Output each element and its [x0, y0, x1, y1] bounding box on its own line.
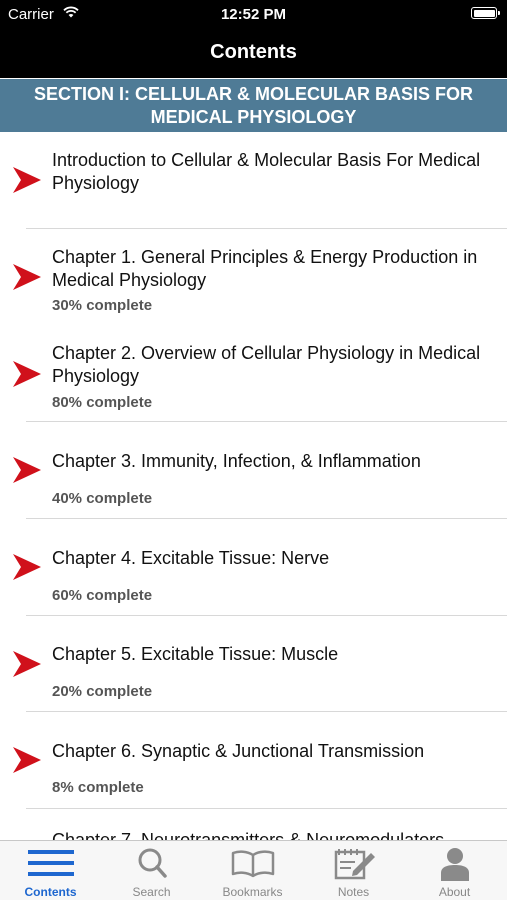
- page-title: Contents: [210, 41, 297, 63]
- list-item-chapter-3[interactable]: Chapter 3. Immunity, Infection, & Inflam…: [0, 422, 507, 519]
- list-item-chapter-2[interactable]: Chapter 2. Overview of Cellular Physiolo…: [0, 326, 507, 422]
- tab-contents[interactable]: Contents: [0, 841, 101, 900]
- tab-bookmarks[interactable]: Bookmarks: [202, 841, 303, 900]
- progress-label: 60% complete: [52, 587, 153, 604]
- tab-search[interactable]: Search: [101, 841, 202, 900]
- battery-icon: [471, 7, 500, 19]
- notes-icon: [334, 849, 375, 880]
- navigation-bar: Contents: [0, 30, 507, 78]
- list-item-chapter-5[interactable]: Chapter 5. Excitable Tissue: Muscle 20% …: [0, 616, 507, 712]
- progress-label: 40% complete: [52, 490, 153, 507]
- tab-label: Contents: [24, 885, 77, 899]
- list-item-chapter-4[interactable]: Chapter 4. Excitable Tissue: Nerve 60% c…: [0, 519, 507, 616]
- progress-label: 80% complete: [52, 394, 153, 411]
- list-item-chapter-6[interactable]: Chapter 6. Synaptic & Junctional Transmi…: [0, 712, 507, 809]
- tab-label: Bookmarks: [222, 885, 283, 899]
- tab-label: Search: [132, 885, 171, 899]
- search-icon: [138, 848, 167, 878]
- tab-notes[interactable]: Notes: [303, 841, 404, 900]
- list-icon: [27, 850, 74, 876]
- tab-bar: Contents Search Bookmarks Notes About: [0, 840, 507, 900]
- tab-label: About: [438, 885, 471, 899]
- progress-label: 8% complete: [52, 779, 144, 796]
- list-item-introduction[interactable]: Introduction to Cellular & Molecular Bas…: [0, 132, 507, 229]
- red-arrow-icon: [13, 554, 41, 580]
- book-icon: [231, 850, 274, 878]
- list-item-title: Introduction to Cellular & Molecular Bas…: [52, 150, 481, 193]
- list-item-title: Chapter 7. Neurotransmitters & Neuromodu…: [52, 830, 445, 840]
- progress-label: 20% complete: [52, 683, 153, 700]
- red-arrow-icon: [13, 457, 41, 483]
- list-item-chapter-7[interactable]: Chapter 7. Neurotransmitters & Neuromodu…: [0, 809, 507, 840]
- red-arrow-icon: [13, 361, 41, 387]
- list-item-title: Chapter 2. Overview of Cellular Physiolo…: [52, 343, 481, 386]
- person-icon: [440, 848, 469, 881]
- tab-label: Notes: [337, 885, 370, 899]
- list-item-chapter-1[interactable]: Chapter 1. General Principles & Energy P…: [0, 229, 507, 325]
- list-item-title: Chapter 3. Immunity, Infection, & Inflam…: [52, 451, 421, 471]
- list-item-title: Chapter 4. Excitable Tissue: Nerve: [52, 548, 330, 568]
- red-arrow-icon: [13, 167, 41, 193]
- status-bar: Carrier 12:52 PM: [0, 0, 507, 30]
- list-item-title: Chapter 6. Synaptic & Junctional Transmi…: [52, 741, 425, 761]
- section-header: SECTION I: CELLULAR & MOLECULAR BASIS FO…: [0, 79, 507, 132]
- progress-label: 30% complete: [52, 297, 153, 314]
- chapter-list[interactable]: Introduction to Cellular & Molecular Bas…: [0, 132, 507, 840]
- list-item-title: Chapter 1. General Principles & Energy P…: [52, 247, 478, 290]
- red-arrow-icon: [13, 747, 41, 773]
- status-time: 12:52 PM: [220, 6, 287, 23]
- tab-about[interactable]: About: [404, 841, 505, 900]
- red-arrow-icon: [13, 651, 41, 677]
- list-item-title: Chapter 5. Excitable Tissue: Muscle: [52, 644, 339, 664]
- red-arrow-icon: [13, 264, 41, 290]
